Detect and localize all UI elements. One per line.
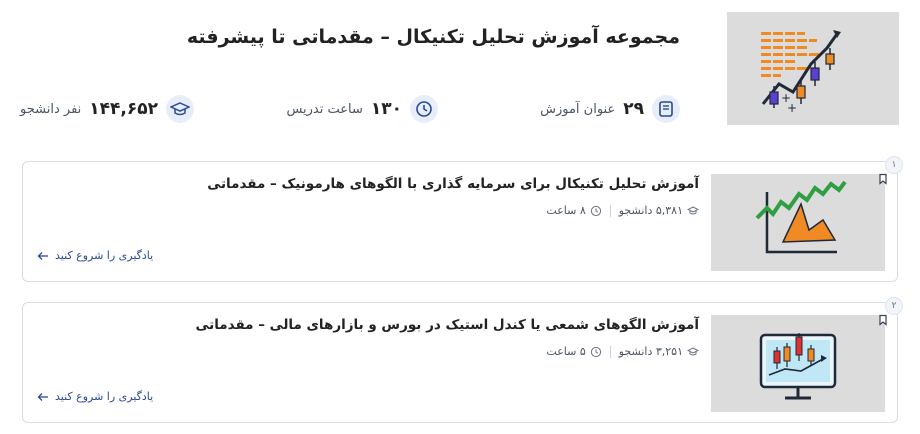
book-icon — [652, 95, 680, 123]
course-card[interactable]: ۱ آموزش تحلیل تکنیکال برای سرمایه گذاری … — [22, 156, 903, 282]
harmonic-pattern-chart-icon — [711, 174, 885, 271]
graduation-cap-icon — [687, 205, 699, 214]
start-learning-label: یادگیری را شروع کنید — [55, 249, 154, 262]
course-duration: ۵ ساعت — [546, 345, 601, 358]
course-duration-text: ۵ ساعت — [546, 345, 586, 358]
stat-students-label: نفر دانشجو — [20, 101, 82, 117]
graduation-cap-icon — [687, 346, 699, 355]
course-thumbnail[interactable] — [711, 315, 885, 412]
meta-divider — [609, 204, 611, 217]
stat-lessons-value: ۲۹ — [623, 99, 644, 119]
bookmark-icon[interactable] — [877, 170, 889, 189]
clock-icon — [590, 205, 601, 216]
start-learning-link[interactable]: یادگیری را شروع کنید — [37, 390, 153, 403]
collection-thumbnail: + + — [727, 12, 899, 125]
course-duration: ۸ ساعت — [546, 204, 601, 217]
stat-students-value: ۱۴۴,۶۵۲ — [89, 99, 158, 119]
stat-hours-label: ساعت تدریس — [286, 101, 363, 117]
stat-hours-value: ۱۳۰ — [370, 99, 402, 119]
stat-hours: ۱۳۰ ساعت تدریس — [286, 94, 438, 124]
arrow-left-icon — [37, 251, 48, 260]
meta-divider — [609, 345, 611, 358]
graduation-cap-icon — [166, 95, 194, 123]
candlestick-bars-chart-icon: + + — [727, 12, 899, 125]
course-students-text: ۵,۳۸۱ دانشجو — [618, 204, 683, 217]
monitor-candlestick-chart-icon — [711, 315, 885, 412]
bookmark-icon[interactable] — [877, 311, 889, 330]
course-meta: ۳,۲۵۱ دانشجو ۵ ساعت — [546, 345, 699, 358]
arrow-left-icon — [37, 392, 48, 401]
stat-lessons: ۲۹ عنوان آموزش — [540, 94, 680, 124]
course-students: ۵,۳۸۱ دانشجو — [619, 204, 699, 217]
collection-title: مجموعه آموزش تحلیل تکنیکال – مقدماتی تا … — [186, 26, 680, 48]
course-thumbnail[interactable] — [711, 174, 885, 271]
course-students: ۳,۲۵۱ دانشجو — [619, 345, 699, 358]
course-duration-text: ۸ ساعت — [546, 204, 586, 217]
svg-text:+: + — [787, 101, 797, 115]
course-title[interactable]: آموزش تحلیل تکنیکال برای سرمایه گذاری با… — [207, 176, 699, 192]
start-learning-link[interactable]: یادگیری را شروع کنید — [37, 249, 153, 262]
course-title[interactable]: آموزش الگوهای شمعی یا کندل استیک در بورس… — [196, 317, 700, 333]
clock-icon — [410, 95, 438, 123]
stat-students: ۱۴۴,۶۵۲ نفر دانشجو — [20, 94, 194, 124]
course-card[interactable]: ۲ آموزش الگوهای شمعی یا کندل استیک در بو… — [22, 297, 903, 423]
course-meta: ۵,۳۸۱ دانشجو ۸ ساعت — [546, 204, 699, 217]
start-learning-label: یادگیری را شروع کنید — [55, 390, 154, 403]
course-students-text: ۳,۲۵۱ دانشجو — [618, 345, 683, 358]
clock-icon — [590, 346, 601, 357]
stat-lessons-label: عنوان آموزش — [540, 101, 616, 117]
